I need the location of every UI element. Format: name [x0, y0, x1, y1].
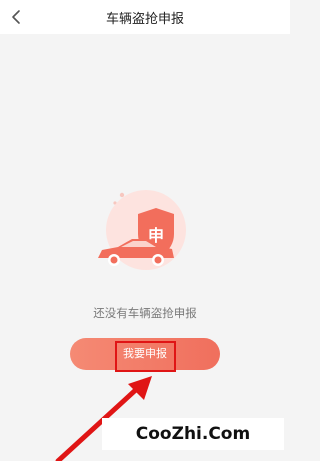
- empty-state-message: 还没有车辆盗抢申报: [93, 306, 197, 320]
- empty-state-illustration: 申: [88, 186, 208, 286]
- watermark: CooZhi.Com: [102, 418, 284, 450]
- navigation-bar: 车辆盗抢申报: [0, 0, 290, 34]
- page-title: 车辆盗抢申报: [105, 12, 184, 27]
- apply-button[interactable]: 我要申报: [70, 338, 220, 370]
